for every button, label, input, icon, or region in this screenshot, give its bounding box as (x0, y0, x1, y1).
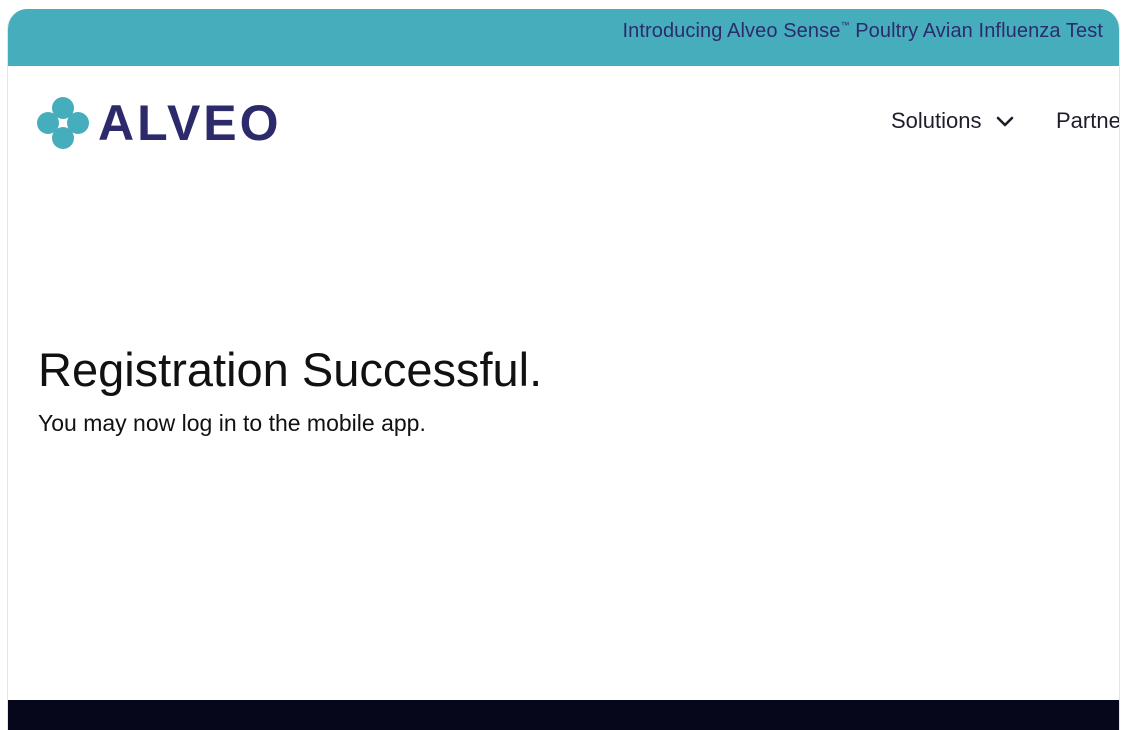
announcement-link[interactable]: Introducing Alveo Sense™ Poultry Avian I… (622, 20, 1103, 43)
four-dots-logo-icon (36, 96, 90, 150)
site-footer (8, 700, 1119, 730)
announcement-text-suffix: Poultry Avian Influenza Test (849, 20, 1103, 42)
announcement-bar[interactable]: Introducing Alveo Sense™ Poultry Avian I… (8, 9, 1119, 66)
nav-item-solutions[interactable]: Solutions (891, 108, 1014, 134)
main-content: Registration Successful. You may now log… (38, 344, 542, 437)
trademark-symbol: ™ (840, 20, 850, 30)
chevron-down-icon (996, 108, 1014, 134)
site-logo[interactable]: ALVEO (36, 96, 282, 150)
browser-viewport: Introducing Alveo Sense™ Poultry Avian I… (7, 9, 1120, 730)
logo-wordmark: ALVEO (98, 95, 282, 151)
success-message: You may now log in to the mobile app. (38, 409, 426, 436)
site-header: ALVEO Solutions Partne (8, 66, 1119, 176)
page-title: Registration Successful. (38, 343, 543, 396)
nav-item-partners[interactable]: Partne (1056, 108, 1120, 134)
nav-item-label: Solutions (891, 108, 982, 133)
nav-item-label: Partne (1056, 108, 1120, 133)
announcement-text: Introducing Alveo Sense (622, 20, 841, 42)
